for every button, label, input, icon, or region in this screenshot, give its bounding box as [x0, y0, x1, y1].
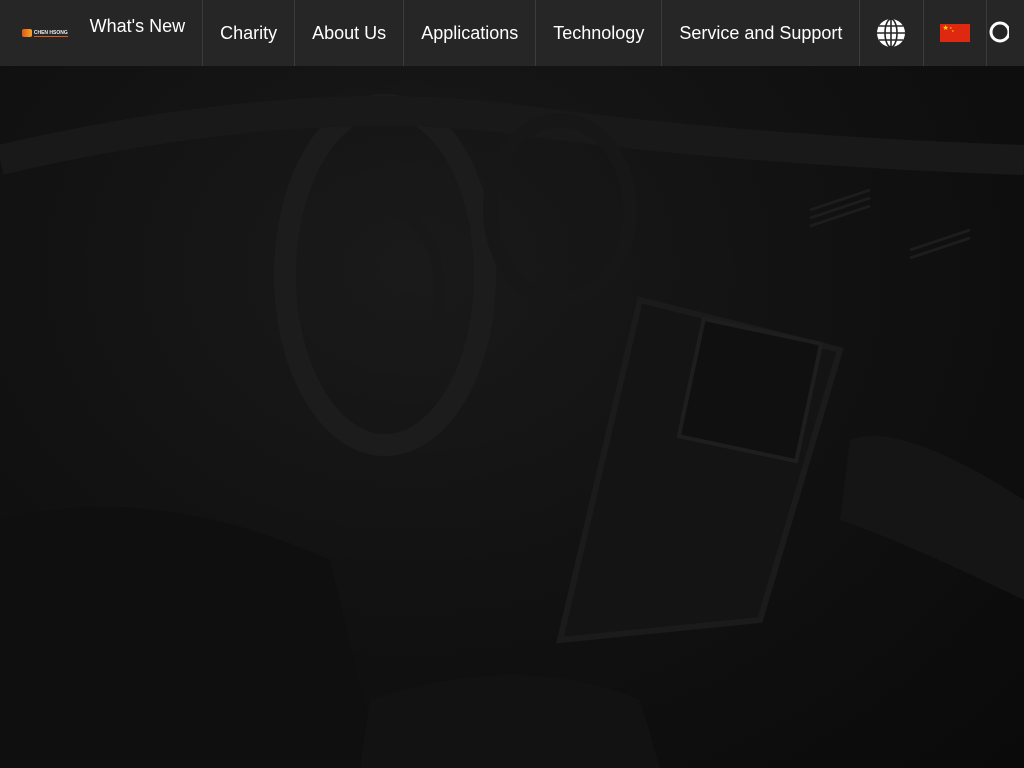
nav-item-charity[interactable]: Charity	[203, 0, 296, 66]
nav-item-whats-new[interactable]: What's New	[89, 0, 204, 66]
nav-item-applications[interactable]: Applications	[404, 0, 537, 66]
infotainment-screen-shape	[676, 316, 824, 464]
steering-hub-shape	[325, 205, 445, 375]
brand-logo[interactable]: CHEN HSONG	[0, 0, 90, 66]
nav-item-label: Applications	[421, 22, 519, 43]
nav-item-technology[interactable]: Technology	[536, 0, 663, 66]
gauge-cluster-shape	[483, 113, 637, 307]
air-vents-shape	[809, 188, 971, 260]
passenger-seat-shape	[840, 436, 1024, 600]
globe-icon	[877, 18, 906, 48]
hero-background	[0, 0, 1024, 768]
logo-emblem-icon	[21, 29, 32, 37]
search-button[interactable]	[987, 0, 1024, 66]
search-icon	[989, 21, 1009, 43]
flag-small-star-icon: ★	[951, 29, 955, 33]
nav-item-label: What's New	[89, 16, 186, 36]
nav-item-service-and-support[interactable]: Service and Support	[662, 0, 861, 66]
region-selector-button[interactable]: ★ ★ ★	[924, 0, 987, 66]
gear-area-shape	[360, 675, 660, 768]
nav-item-label: About Us	[312, 22, 387, 43]
nav-item-label: Technology	[553, 22, 645, 43]
steering-wheel-shape	[274, 94, 496, 456]
driver-seat-shape	[0, 506, 380, 768]
page: CHEN HSONG What's New Charity About Us A…	[0, 0, 1024, 768]
nav-item-about-us[interactable]: About Us	[295, 0, 405, 66]
nav-item-label: Charity	[220, 22, 278, 43]
car-interior-image	[0, 94, 1024, 768]
logo-wordmark: CHEN HSONG	[33, 29, 68, 37]
nav-item-label: Service and Support	[679, 22, 843, 43]
logo-mark: CHEN HSONG	[21, 27, 68, 39]
language-selector-button[interactable]	[860, 0, 924, 66]
top-navbar: CHEN HSONG What's New Charity About Us A…	[0, 0, 1024, 66]
flag-star-icon: ★	[942, 25, 949, 32]
china-flag-icon: ★ ★ ★	[939, 24, 970, 42]
